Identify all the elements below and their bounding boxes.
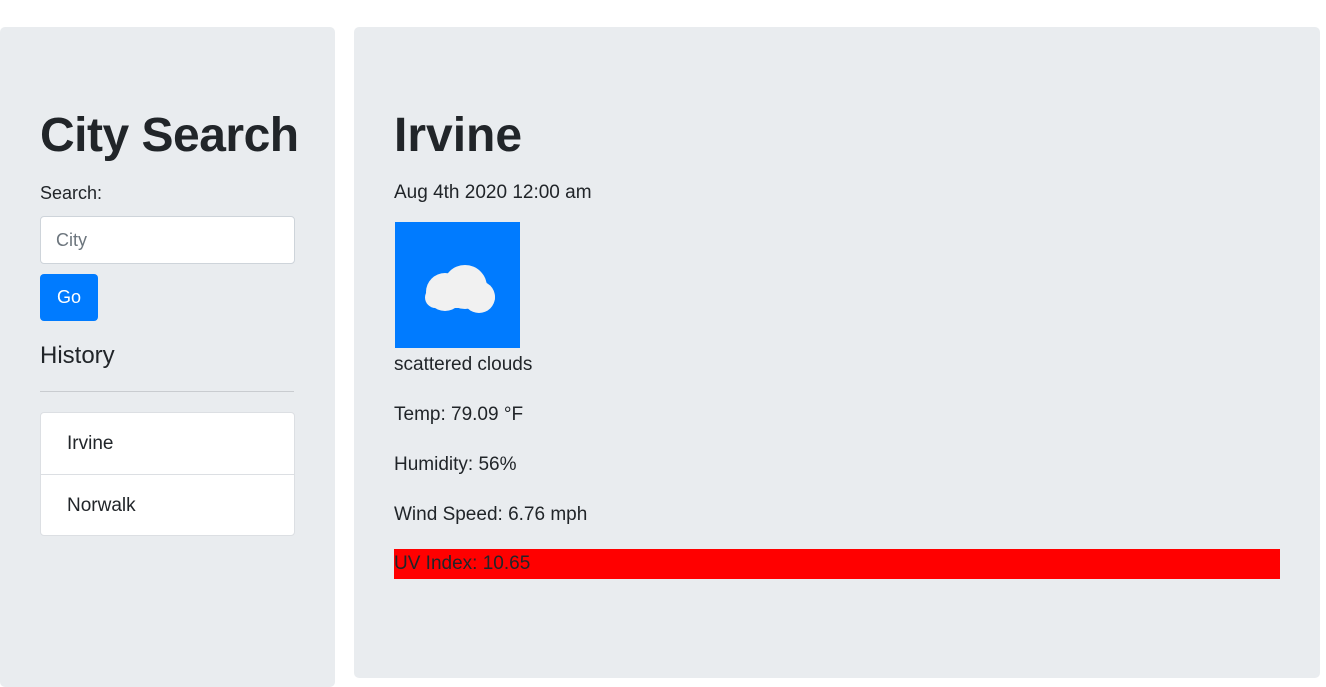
- humidity: Humidity: 56%: [394, 454, 517, 475]
- history-heading: History: [40, 342, 115, 369]
- temperature: Temp: 79.09 °F: [394, 404, 524, 425]
- wind-speed: Wind Speed: 6.76 mph: [394, 504, 588, 525]
- search-label: Search:: [40, 183, 103, 203]
- weather-description: scattered clouds: [394, 354, 533, 375]
- weather-icon-box: [395, 222, 520, 348]
- history-item-norwalk[interactable]: Norwalk: [41, 474, 294, 535]
- uv-index-bar: UV Index: 10.65: [394, 549, 1280, 579]
- date-time: Aug 4th 2020 12:00 am: [394, 182, 592, 203]
- history-list: Irvine Norwalk: [40, 412, 295, 536]
- current-weather-panel: Irvine Aug 4th 2020 12:00 am scattered c…: [354, 27, 1320, 678]
- city-search-input[interactable]: [40, 216, 295, 264]
- search-sidebar: City Search Search: Go History Irvine No…: [0, 27, 335, 687]
- history-item-irvine[interactable]: Irvine: [41, 413, 294, 474]
- go-button[interactable]: Go: [40, 274, 98, 321]
- cloud-icon: [425, 265, 495, 313]
- page-title: City Search: [40, 109, 299, 162]
- city-name: Irvine: [394, 109, 523, 162]
- history-divider: [40, 391, 294, 392]
